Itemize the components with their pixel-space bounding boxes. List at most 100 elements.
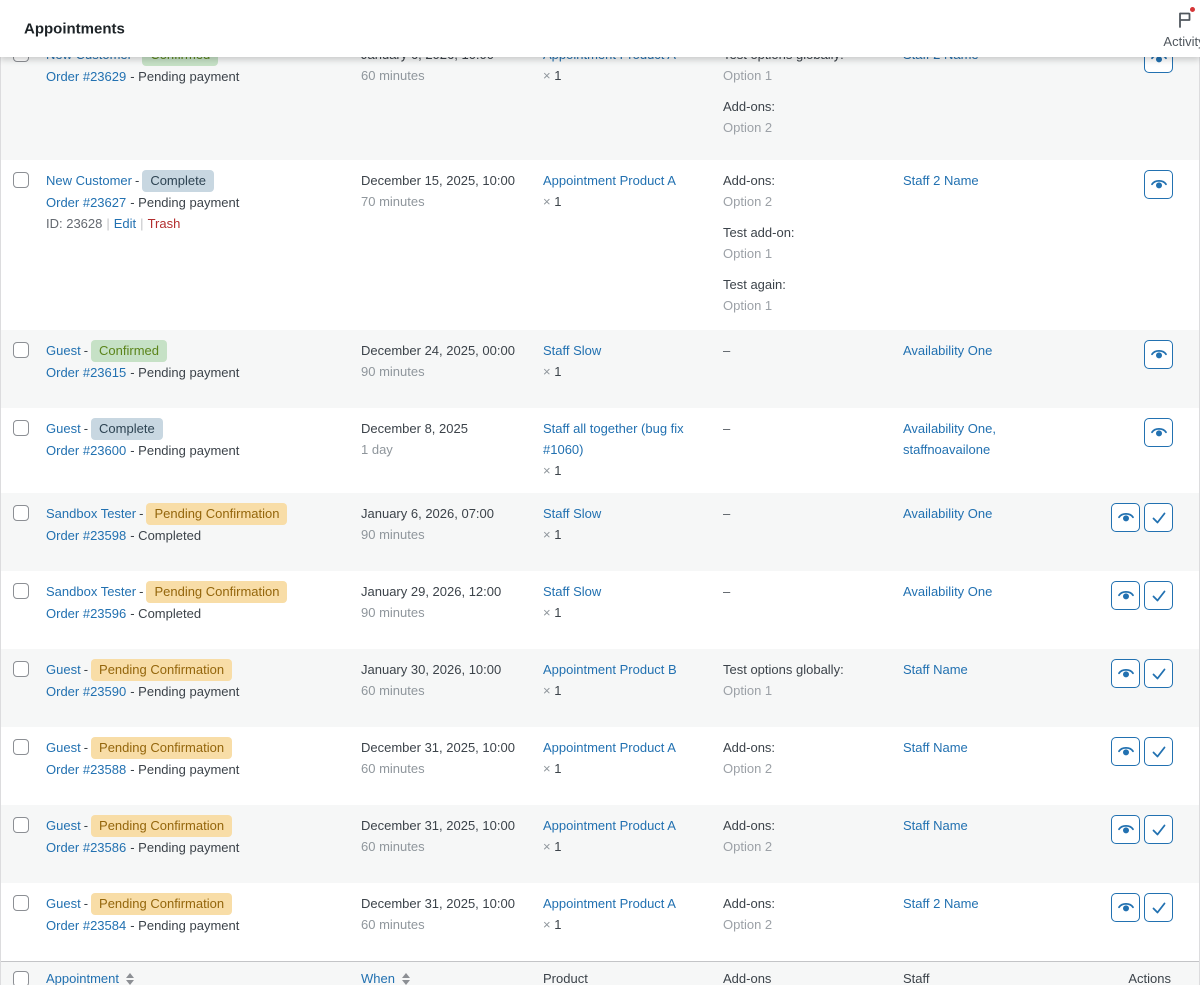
addon-value: Option 1: [723, 243, 883, 264]
confirm-appointment-button[interactable]: [1144, 737, 1173, 766]
row-checkbox[interactable]: [13, 505, 29, 521]
order-link[interactable]: Order #23627: [46, 195, 126, 210]
row-checkbox[interactable]: [13, 583, 29, 599]
customer-link[interactable]: Guest: [46, 740, 81, 755]
addon-group: Add-ons:Option 2: [723, 96, 883, 138]
view-appointment-button[interactable]: [1111, 659, 1140, 688]
product-cell: Staff all together (bug fix #1060) × 1: [543, 408, 723, 493]
staff-link[interactable]: Staff 2 Name: [903, 896, 979, 911]
product-cell: Appointment Product A × 1: [543, 160, 723, 224]
product-link[interactable]: Staff all together (bug fix #1060): [543, 421, 684, 457]
staff-link[interactable]: Staff Name: [903, 662, 968, 677]
addon-group: Test add-on:Option 1: [723, 222, 883, 264]
view-appointment-button[interactable]: [1111, 893, 1140, 922]
product-link[interactable]: Appointment Product A: [543, 818, 676, 833]
customer-link[interactable]: Guest: [46, 343, 81, 358]
order-link[interactable]: Order #23615: [46, 365, 126, 380]
view-appointment-button[interactable]: [1144, 170, 1173, 199]
view-appointment-button[interactable]: [1111, 815, 1140, 844]
row-checkbox[interactable]: [13, 661, 29, 677]
quantity-line: × 1: [543, 602, 703, 623]
order-status-text: - Pending payment: [130, 69, 239, 84]
select-all-checkbox[interactable]: [13, 971, 29, 985]
customer-line: Guest-Pending Confirmation: [46, 815, 341, 837]
customer-line: Sandbox Tester-Pending Confirmation: [46, 503, 341, 525]
product-link[interactable]: Staff Slow: [543, 584, 601, 599]
confirm-appointment-button[interactable]: [1144, 659, 1173, 688]
appointment-id-text: ID: 23628: [46, 216, 102, 231]
table-row: Sandbox Tester-Pending Confirmation Orde…: [1, 493, 1199, 571]
order-link[interactable]: Order #23586: [46, 840, 126, 855]
edit-link[interactable]: Edit: [114, 216, 136, 231]
activity-panel-button[interactable]: Activity: [1156, 8, 1200, 49]
row-checkbox[interactable]: [13, 172, 29, 188]
appointment-duration: 60 minutes: [361, 680, 523, 701]
staff-link[interactable]: Availability One: [903, 584, 992, 599]
row-checkbox[interactable]: [13, 817, 29, 833]
appointment-date: December 24, 2025, 00:00: [361, 340, 523, 361]
row-checkbox[interactable]: [13, 895, 29, 911]
sort-by-when[interactable]: When: [361, 971, 410, 985]
table-row: Guest-Complete Order #23600- Pending pay…: [1, 408, 1199, 493]
row-checkbox[interactable]: [13, 342, 29, 358]
product-link[interactable]: Appointment Product A: [543, 173, 676, 188]
sort-arrows-icon: [126, 973, 134, 985]
view-appointment-button[interactable]: [1111, 581, 1140, 610]
confirm-appointment-button[interactable]: [1144, 893, 1173, 922]
actions-cell: [1101, 160, 1199, 199]
order-line: Order #23615- Pending payment: [46, 362, 341, 383]
trash-link[interactable]: Trash: [148, 216, 181, 231]
order-link[interactable]: Order #23600: [46, 443, 126, 458]
appointment-date: December 8, 2025: [361, 418, 523, 439]
view-appointment-button[interactable]: [1144, 418, 1173, 447]
order-link[interactable]: Order #23590: [46, 684, 126, 699]
order-line: Order #23584- Pending payment: [46, 915, 341, 936]
row-checkbox[interactable]: [13, 739, 29, 755]
confirm-appointment-button[interactable]: [1144, 581, 1173, 610]
product-link[interactable]: Staff Slow: [543, 506, 601, 521]
customer-link[interactable]: Guest: [46, 896, 81, 911]
customer-link[interactable]: Guest: [46, 662, 81, 677]
view-appointment-button[interactable]: [1144, 340, 1173, 369]
when-cell: January 6, 2026, 07:00 90 minutes: [361, 493, 543, 557]
customer-link[interactable]: Guest: [46, 421, 81, 436]
order-link[interactable]: Order #23629: [46, 69, 126, 84]
product-link[interactable]: Appointment Product B: [543, 662, 677, 677]
addons-cell: Add-ons:Option 2Test add-on:Option 1Test…: [723, 160, 903, 328]
appointment-duration: 70 minutes: [361, 191, 523, 212]
staff-link[interactable]: Staff Name: [903, 740, 968, 755]
confirm-appointment-button[interactable]: [1144, 503, 1173, 532]
order-link[interactable]: Order #23598: [46, 528, 126, 543]
customer-link[interactable]: Sandbox Tester: [46, 584, 136, 599]
staff-link[interactable]: Availability One: [903, 506, 992, 521]
row-checkbox[interactable]: [13, 420, 29, 436]
confirm-appointment-button[interactable]: [1144, 815, 1173, 844]
order-link[interactable]: Order #23584: [46, 918, 126, 933]
product-cell: Appointment Product A × 1: [543, 805, 723, 869]
when-cell: January 29, 2026, 12:00 90 minutes: [361, 571, 543, 635]
staff-link[interactable]: Availability One, staffnoavailone: [903, 421, 996, 457]
view-appointment-button[interactable]: [1111, 503, 1140, 532]
staff-link[interactable]: Staff 2 Name: [903, 173, 979, 188]
appointment-duration: 90 minutes: [361, 361, 523, 382]
product-link[interactable]: Appointment Product A: [543, 740, 676, 755]
sort-by-appointment[interactable]: Appointment: [46, 971, 134, 985]
addon-value: Option 2: [723, 117, 883, 138]
customer-link[interactable]: New Customer: [46, 173, 132, 188]
customer-status-separator: -: [84, 740, 88, 755]
view-appointment-button[interactable]: [1111, 737, 1140, 766]
actions-cell: [1101, 727, 1199, 766]
customer-link[interactable]: Sandbox Tester: [46, 506, 136, 521]
order-link[interactable]: Order #23596: [46, 606, 126, 621]
order-link[interactable]: Order #23588: [46, 762, 126, 777]
product-link[interactable]: Appointment Product A: [543, 896, 676, 911]
customer-status-separator: -: [135, 173, 139, 188]
staff-link[interactable]: Staff Name: [903, 818, 968, 833]
actions-cell: [1101, 571, 1199, 610]
product-link[interactable]: Staff Slow: [543, 343, 601, 358]
customer-link[interactable]: Guest: [46, 818, 81, 833]
actions-cell: [1101, 493, 1199, 532]
customer-status-separator: -: [84, 818, 88, 833]
staff-cell: Availability One: [903, 330, 1101, 373]
staff-link[interactable]: Availability One: [903, 343, 992, 358]
